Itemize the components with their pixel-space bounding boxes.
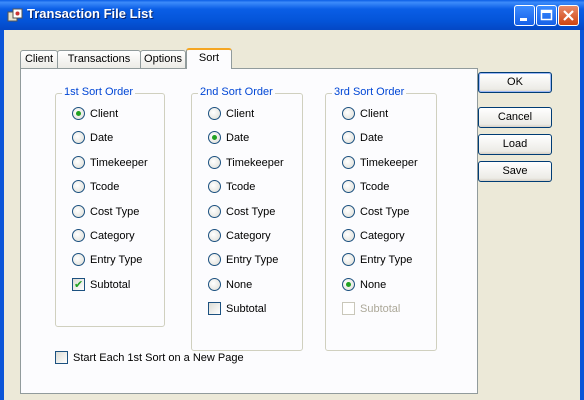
- radio-label: Tcode: [226, 181, 256, 193]
- radio-button[interactable]: [208, 278, 221, 291]
- radio-label: Date: [360, 132, 384, 144]
- radio-label: Cost Type: [90, 206, 140, 218]
- radio-label: Cost Type: [226, 206, 276, 218]
- radio-button[interactable]: [342, 131, 355, 144]
- radio-button[interactable]: [72, 107, 85, 120]
- checkbox-label: Subtotal: [90, 279, 131, 291]
- tab-label: Options: [144, 53, 182, 65]
- checkbox-label: Subtotal: [360, 303, 401, 315]
- radio-label: Timekeeper: [360, 157, 418, 169]
- radio-label: Date: [226, 132, 250, 144]
- tab-label: Transactions: [67, 53, 131, 65]
- radio-button[interactable]: [208, 253, 221, 266]
- cancel-button[interactable]: Cancel: [478, 107, 552, 128]
- radio-button[interactable]: [72, 180, 85, 193]
- radio-label: Entry Type: [226, 254, 279, 266]
- radio-label: Tcode: [360, 181, 390, 193]
- radio-button[interactable]: [342, 229, 355, 242]
- sort-tab-panel: 1st Sort Order Client Date Timekeeper Tcode…: [20, 68, 478, 394]
- close-icon: [563, 10, 574, 21]
- second-sort-order-group: 2nd Sort Order Client Date Timekeeper Tcode…: [191, 86, 303, 351]
- radio-label: Category: [360, 230, 405, 242]
- radio-label: Date: [90, 132, 114, 144]
- radio-label: None: [360, 279, 387, 291]
- app-icon: [7, 8, 23, 22]
- radio-button[interactable]: [342, 253, 355, 266]
- checkbox-box[interactable]: [55, 351, 68, 364]
- radio-label: Category: [90, 230, 135, 242]
- ok-button[interactable]: OK: [478, 72, 552, 93]
- group-title: 2nd Sort Order: [198, 86, 275, 98]
- radio-label: Entry Type: [90, 254, 143, 266]
- checkbox-label: Subtotal: [226, 303, 267, 315]
- radio-button[interactable]: [208, 205, 221, 218]
- save-button[interactable]: Save: [478, 161, 552, 182]
- tab-transactions[interactable]: Transactions: [57, 50, 141, 68]
- radio-button[interactable]: [72, 253, 85, 266]
- radio-button[interactable]: [72, 131, 85, 144]
- radio-button[interactable]: [208, 156, 221, 169]
- radio-label: Client: [90, 108, 119, 120]
- checkbox-box[interactable]: [208, 302, 221, 315]
- group-title: 3rd Sort Order: [332, 86, 407, 98]
- radio-button[interactable]: [72, 229, 85, 242]
- radio-button[interactable]: [72, 156, 85, 169]
- radio-button[interactable]: [342, 205, 355, 218]
- radio-label: Cost Type: [360, 206, 410, 218]
- radio-button[interactable]: [342, 180, 355, 193]
- radio-button[interactable]: [342, 156, 355, 169]
- radio-button[interactable]: [208, 180, 221, 193]
- checkbox-box[interactable]: [72, 277, 85, 293]
- close-button[interactable]: [558, 5, 579, 26]
- load-button[interactable]: Load: [478, 134, 552, 155]
- title-bar[interactable]: Transaction File List: [0, 0, 584, 30]
- radio-button[interactable]: [208, 131, 221, 144]
- third-sort-order-group: 3rd Sort Order Client Date Timekeeper Tcode…: [325, 86, 437, 351]
- transaction-file-list-window: Transaction File List Client Transaction…: [0, 0, 584, 400]
- tab-label: Sort: [198, 52, 220, 64]
- tab-client[interactable]: Client: [20, 50, 58, 68]
- radio-label: Timekeeper: [226, 157, 284, 169]
- radio-button[interactable]: [342, 278, 355, 291]
- radio-label: None: [226, 279, 253, 291]
- radio-label: Client: [360, 108, 389, 120]
- window-title: Transaction File List: [27, 6, 153, 21]
- radio-label: Category: [226, 230, 271, 242]
- radio-button[interactable]: [72, 205, 85, 218]
- group-title: 1st Sort Order: [62, 86, 136, 98]
- radio-button[interactable]: [208, 107, 221, 120]
- checkbox-box: [342, 302, 355, 315]
- radio-button[interactable]: [208, 229, 221, 242]
- radio-label: Tcode: [90, 181, 120, 193]
- first-sort-order-group: 1st Sort Order Client Date Timekeeper Tcode…: [55, 86, 165, 327]
- tab-label: Client: [24, 53, 54, 65]
- radio-label: Entry Type: [360, 254, 413, 266]
- tab-options[interactable]: Options: [140, 50, 186, 68]
- minimize-button[interactable]: [514, 5, 535, 26]
- dialog-body: Client Transactions Options Sort 1st Sor…: [4, 30, 580, 400]
- tab-sort[interactable]: Sort: [186, 48, 232, 69]
- maximize-button[interactable]: [536, 5, 557, 26]
- checkbox-label: Start Each 1st Sort on a New Page: [73, 352, 244, 364]
- radio-label: Client: [226, 108, 255, 120]
- radio-button[interactable]: [342, 107, 355, 120]
- maximize-icon: [540, 9, 553, 21]
- radio-label: Timekeeper: [90, 157, 148, 169]
- minimize-icon: [520, 18, 527, 21]
